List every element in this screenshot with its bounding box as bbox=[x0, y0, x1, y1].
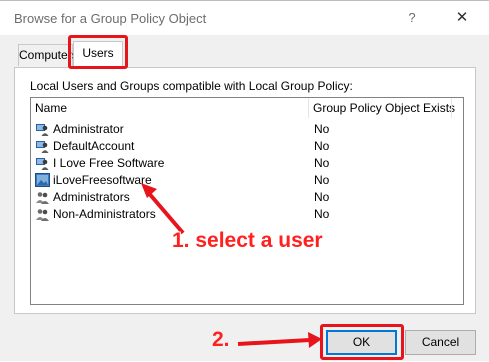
list-item[interactable]: Non-Administrators No bbox=[31, 206, 461, 223]
gpo-exists-value: No bbox=[314, 207, 330, 221]
list-item[interactable]: DefaultAccount No bbox=[31, 138, 461, 155]
user-name: DefaultAccount bbox=[53, 139, 135, 153]
annotation-step-2: 2. bbox=[212, 328, 230, 351]
browse-gpo-dialog: Browse for a Group Policy Object ? ✕ Com… bbox=[0, 0, 489, 361]
user-icon bbox=[35, 122, 50, 136]
user-name: Administrator bbox=[53, 122, 124, 136]
list-item[interactable]: Administrators No bbox=[31, 189, 461, 206]
window-title: Browse for a Group Policy Object bbox=[14, 11, 207, 26]
title-bar: Browse for a Group Policy Object ? ✕ bbox=[0, 1, 489, 35]
gpo-exists-value: No bbox=[314, 156, 330, 170]
group-icon bbox=[35, 207, 50, 221]
column-header-gpo-exists[interactable]: Group Policy Object Exists bbox=[313, 97, 455, 119]
user-icon bbox=[35, 139, 50, 153]
gpo-exists-value: No bbox=[314, 173, 330, 187]
user-icon bbox=[35, 156, 50, 170]
group-icon bbox=[35, 190, 50, 204]
tab-computers[interactable]: Computers bbox=[18, 44, 78, 66]
user-picture-icon bbox=[35, 173, 50, 187]
cancel-button[interactable]: Cancel bbox=[405, 330, 476, 355]
gpo-exists-value: No bbox=[314, 139, 330, 153]
column-divider[interactable] bbox=[308, 98, 309, 118]
list-item[interactable]: Administrator No bbox=[31, 121, 461, 138]
column-divider[interactable] bbox=[451, 98, 452, 118]
user-name: I Love Free Software bbox=[53, 156, 165, 170]
panel-description: Local Users and Groups compatible with L… bbox=[30, 79, 353, 93]
gpo-exists-value: No bbox=[314, 190, 330, 204]
ok-button[interactable]: OK bbox=[326, 330, 397, 355]
user-name: Non-Administrators bbox=[53, 207, 156, 221]
arrow-to-ok bbox=[237, 332, 322, 348]
help-button[interactable]: ? bbox=[400, 7, 424, 29]
column-header-name[interactable]: Name bbox=[35, 97, 307, 119]
close-button[interactable]: ✕ bbox=[450, 7, 474, 29]
list-item[interactable]: I Love Free Software No bbox=[31, 155, 461, 172]
annotation-step-1: 1. select a user bbox=[172, 229, 323, 252]
user-name: iLoveFreesoftware bbox=[53, 173, 152, 187]
gpo-exists-value: No bbox=[314, 122, 330, 136]
tab-users[interactable]: Users bbox=[73, 41, 123, 68]
user-name: Administrators bbox=[53, 190, 130, 204]
list-item[interactable]: iLoveFreesoftware No bbox=[31, 172, 461, 189]
